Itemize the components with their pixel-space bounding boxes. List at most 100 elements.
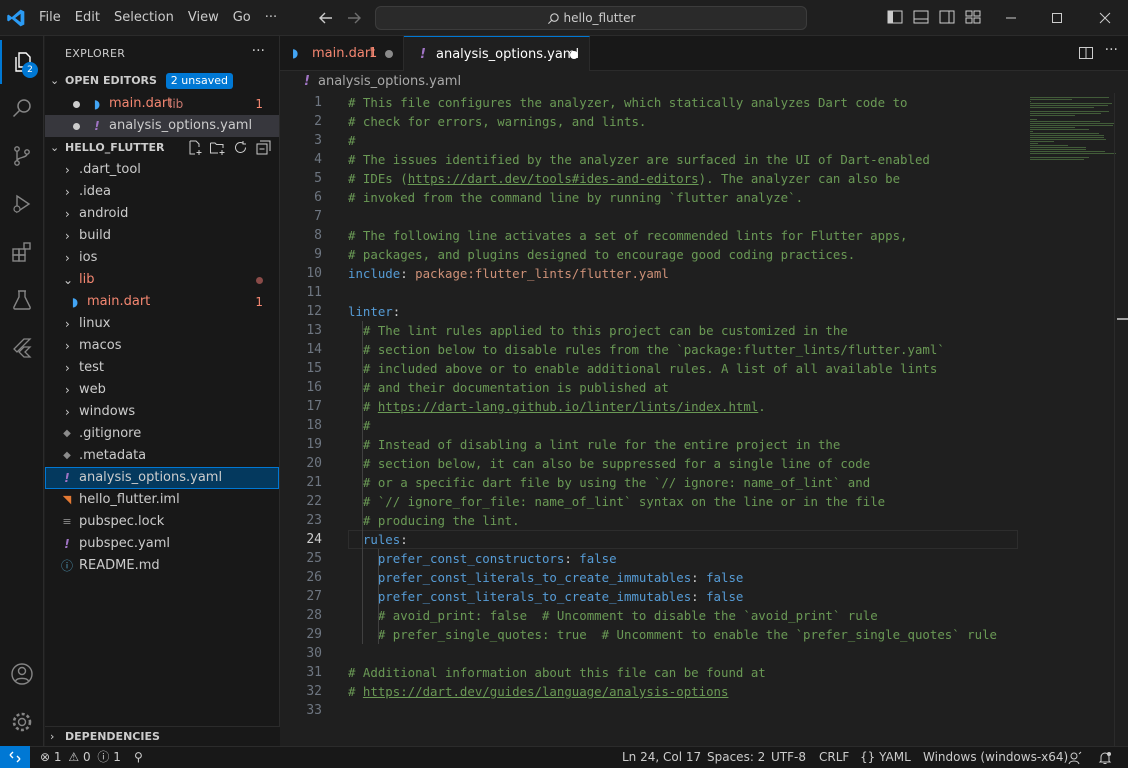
activity-accounts[interactable] <box>0 652 44 696</box>
remote-indicator[interactable] <box>0 746 30 768</box>
code-line[interactable]: # prefer_single_quotes: true # Uncomment… <box>348 625 1048 644</box>
tree-file[interactable]: ◆ .gitignore <box>45 423 279 445</box>
code-line[interactable] <box>348 207 1048 226</box>
code-line[interactable]: # packages, and plugins designed to enco… <box>348 245 1048 264</box>
tab-main-dart[interactable]: ◗ main.dart 1 <box>280 36 404 71</box>
tree-file[interactable]: ⓘ README.md <box>45 555 279 577</box>
activity-manage[interactable] <box>0 700 44 744</box>
tree-folder[interactable]: › windows <box>45 401 279 423</box>
close-button[interactable] <box>1082 0 1128 36</box>
code-line[interactable]: # https://dart-lang.github.io/linter/lin… <box>348 397 1048 416</box>
menu-view[interactable]: View <box>181 0 226 36</box>
tree-folder[interactable]: › android <box>45 203 279 225</box>
maximize-button[interactable] <box>1034 0 1080 36</box>
feedback-icon[interactable] <box>1068 747 1082 768</box>
menu-selection[interactable]: Selection <box>107 0 181 36</box>
code-line[interactable]: # The issues identified by the analyzer … <box>348 150 1048 169</box>
activity-testing[interactable] <box>0 278 44 322</box>
unsaved-dot-icon[interactable] <box>385 50 393 58</box>
code-line[interactable]: prefer_const_literals_to_create_immutabl… <box>348 587 1048 606</box>
encoding[interactable]: UTF-8 <box>771 747 806 768</box>
language-mode[interactable]: {} YAML <box>860 747 911 768</box>
activity-source-control[interactable] <box>0 134 44 178</box>
tree-folder[interactable]: › .idea <box>45 181 279 203</box>
refresh-icon[interactable] <box>232 139 249 156</box>
code-link[interactable]: https://dart.dev/guides/language/analysi… <box>363 684 729 699</box>
command-center-search[interactable]: hello_flutter <box>375 6 807 30</box>
code-link[interactable]: https://dart.dev/tools#ides-and-editors <box>408 171 699 186</box>
tree-file-main-dart[interactable]: ◗ main.dart 1 <box>45 291 279 313</box>
tree-folder[interactable]: › .dart_tool <box>45 159 279 181</box>
tree-file-analysis-options[interactable]: ! analysis_options.yaml <box>45 467 279 489</box>
code-line[interactable] <box>348 701 1048 720</box>
editor-more-actions[interactable]: ··· <box>1105 42 1118 58</box>
new-file-icon[interactable] <box>186 139 203 156</box>
code-line[interactable]: prefer_const_literals_to_create_immutabl… <box>348 568 1048 587</box>
tree-folder[interactable]: › ios <box>45 247 279 269</box>
tree-file[interactable]: ◥ hello_flutter.iml <box>45 489 279 511</box>
cursor-position[interactable]: Ln 24, Col 17 <box>622 747 701 768</box>
code-line[interactable]: # <box>348 416 1048 435</box>
code-lines[interactable]: # This file configures the analyzer, whi… <box>348 93 1048 720</box>
code-line[interactable]: # The following line activates a set of … <box>348 226 1048 245</box>
menu-go[interactable]: Go <box>226 0 258 36</box>
menu-edit[interactable]: Edit <box>68 0 107 36</box>
toggle-sidebar-icon[interactable] <box>886 8 904 26</box>
breadcrumb-item[interactable]: analysis_options.yaml <box>318 74 461 89</box>
problems-indicator[interactable]: ⊗ 1 ⚠ 0 ⓘ 1 <box>40 747 121 768</box>
tree-file[interactable]: ! pubspec.yaml <box>45 533 279 555</box>
code-line[interactable]: # avoid_print: false # Uncomment to disa… <box>348 606 1048 625</box>
code-line[interactable]: # or a specific dart file by using the `… <box>348 473 1048 492</box>
code-line[interactable]: # Instead of disabling a lint rule for t… <box>348 435 1048 454</box>
code-line[interactable]: # invoked from the command line by runni… <box>348 188 1048 207</box>
arrow-left-icon[interactable] <box>316 8 336 28</box>
code-line[interactable] <box>348 283 1048 302</box>
customize-layout-icon[interactable] <box>964 8 982 26</box>
tree-file[interactable]: ≡ pubspec.lock <box>45 511 279 533</box>
notifications-icon[interactable] <box>1098 747 1112 768</box>
folder-header[interactable]: ⌄ HELLO_FLUTTER <box>45 137 280 159</box>
toggle-secondary-sidebar-icon[interactable] <box>938 8 956 26</box>
flutter-device[interactable]: Windows (windows-x64) <box>923 747 1068 768</box>
code-line[interactable]: include: package:flutter_lints/flutter.y… <box>348 264 1048 283</box>
activity-flutter[interactable] <box>0 326 44 370</box>
line-endings[interactable]: CRLF <box>819 747 849 768</box>
menu-file[interactable]: File <box>32 0 68 36</box>
toggle-panel-icon[interactable] <box>912 8 930 26</box>
vertical-scrollbar[interactable] <box>1114 93 1128 746</box>
new-folder-icon[interactable] <box>209 139 226 156</box>
code-line[interactable]: # section below, it can also be suppress… <box>348 454 1048 473</box>
code-line[interactable]: # producing the lint. <box>348 511 1048 530</box>
code-line[interactable]: # check for errors, warnings, and lints. <box>348 112 1048 131</box>
activity-run-debug[interactable] <box>0 182 44 226</box>
code-line[interactable]: # IDEs (https://dart.dev/tools#ides-and-… <box>348 169 1048 188</box>
indentation[interactable]: Spaces: 2 <box>707 747 765 768</box>
code-line[interactable]: # https://dart.dev/guides/language/analy… <box>348 682 1048 701</box>
activity-search[interactable] <box>0 86 44 130</box>
unsaved-dot-icon[interactable] <box>570 51 578 59</box>
code-line[interactable]: # included above or to enable additional… <box>348 359 1048 378</box>
code-editor[interactable]: 1 2 3 4 5 6 7 8 9 10 11 12 13 14 15 16 17 18 19 20 21 22 23 24 2… <box>280 93 1128 746</box>
tree-folder[interactable]: › build <box>45 225 279 247</box>
code-line[interactable]: # <box>348 131 1048 150</box>
tree-folder[interactable]: › macos <box>45 335 279 357</box>
open-editors-header[interactable]: ⌄ OPEN EDITORS 2 unsaved <box>45 70 280 92</box>
code-line[interactable]: # and their documentation is published a… <box>348 378 1048 397</box>
activity-extensions[interactable] <box>0 230 44 274</box>
split-editor-icon[interactable] <box>1078 45 1094 61</box>
code-line[interactable]: prefer_const_constructors: false <box>348 549 1048 568</box>
dependencies-header[interactable]: › DEPENDENCIES <box>45 726 280 748</box>
sidebar-more-actions[interactable]: ··· <box>252 43 265 59</box>
minimize-button[interactable] <box>988 0 1034 36</box>
tab-analysis-options[interactable]: ! analysis_options.yaml <box>404 36 590 71</box>
code-line[interactable]: # `// ignore_for_file: name_of_lint` syn… <box>348 492 1048 511</box>
tree-folder[interactable]: › linux <box>45 313 279 335</box>
code-line[interactable]: # This file configures the analyzer, whi… <box>348 93 1048 112</box>
tree-folder[interactable]: › web <box>45 379 279 401</box>
code-line[interactable]: # Additional information about this file… <box>348 663 1048 682</box>
code-line[interactable]: # section below to disable rules from th… <box>348 340 1048 359</box>
minimap[interactable] <box>1024 93 1128 746</box>
debug-icon[interactable]: ⚲ <box>134 747 143 768</box>
code-line[interactable]: rules: <box>348 530 1018 549</box>
tree-folder[interactable]: › test <box>45 357 279 379</box>
